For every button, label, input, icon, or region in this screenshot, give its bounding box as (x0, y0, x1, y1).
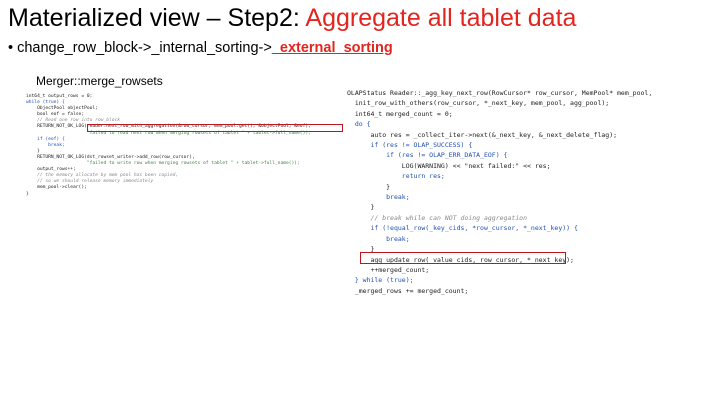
bullet-prefix: change_row_block->_internal_sorting-> (17, 40, 272, 56)
right-code-block: OLAPStatus Reader::_agg_key_next_row(Row… (347, 88, 652, 296)
right-code-line: } while (true); (347, 276, 414, 285)
right-code-line: ++merged_count; (347, 265, 430, 274)
right-code-line: LOG(WARNING) << "next failed:" << res; (347, 161, 551, 170)
right-code-line: return res; (347, 172, 445, 181)
right-code-line: auto res = _collect_iter->next(&_next_ke… (347, 130, 618, 139)
right-code-line: do { (347, 120, 371, 129)
right-code-line: if (!equal_row(_key_cids, *row_cursor, *… (347, 224, 578, 233)
next-row-aggregation-highlight (87, 123, 343, 132)
right-code-line: int64_t merged_count = 0; (347, 109, 453, 118)
merge-rowsets-label: Merger::merge_rowsets (36, 74, 163, 88)
right-code-line: break; (347, 234, 410, 243)
right-code-line: // break while can NOT doing aggregation (347, 213, 528, 222)
right-code-line: OLAPStatus Reader::_agg_key_next_row(Row… (347, 89, 653, 97)
slide-title: Materialized view – Step2: Aggregate all… (8, 4, 576, 33)
agg-update-row-highlight (360, 252, 566, 264)
bullet-symbol: • (8, 40, 14, 56)
title-highlight: Aggregate all tablet data (305, 4, 577, 32)
right-code-line: if (res != OLAP_SUCCESS) { (347, 141, 473, 150)
bullet-highlight: _external_sorting (271, 40, 393, 56)
left-code-block: int64_t output_rows = 0; while (true) { O… (26, 94, 311, 198)
title-prefix: Materialized view – Step2: (8, 4, 306, 32)
right-code-line: } (347, 182, 391, 191)
right-code-line: if (res != OLAP_ERR_DATA_EOF) { (347, 151, 508, 160)
right-code-line: init_row_with_others(row_cursor, *_next_… (347, 99, 610, 108)
right-code-line: break; (347, 193, 410, 202)
right-code-line: } (347, 203, 375, 212)
bullet-line: • change_row_block->_internal_sorting->_… (8, 40, 393, 56)
right-code-line: _merged_rows += merged_count; (347, 286, 469, 295)
left-code-line: } (26, 191, 29, 197)
